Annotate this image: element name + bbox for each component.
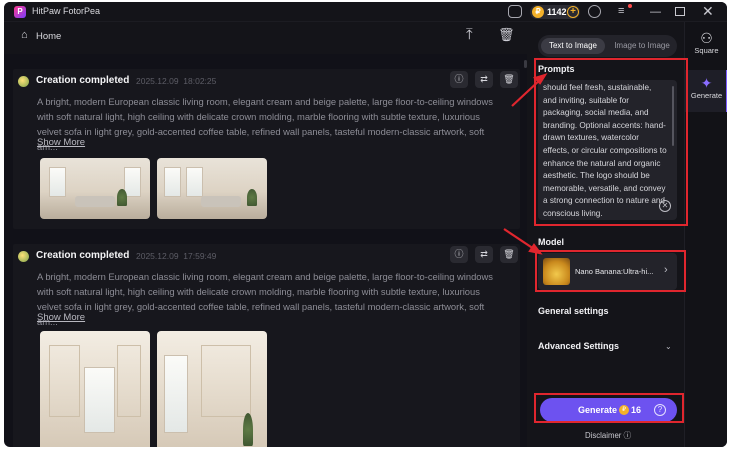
arrow-to-model — [503, 228, 543, 255]
app-window: P HitPaw FotorPea ₽ 1142 + ≡ — ✕ ⌂ Home … — [4, 2, 727, 447]
arrow-to-prompts — [511, 73, 548, 107]
annotation-arrows — [503, 73, 548, 255]
